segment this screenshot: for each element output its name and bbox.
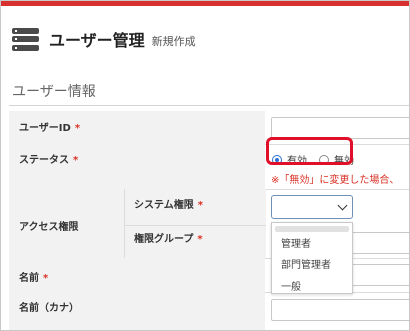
label-cell: 名前（カナ）	[9, 292, 265, 330]
row-name-kana: 名前（カナ）	[9, 292, 409, 330]
label-cell: ステータス *	[9, 144, 265, 189]
section-divider	[9, 105, 409, 106]
required-mark: *	[43, 273, 49, 284]
page-header: ユーザー管理 新規作成	[12, 27, 196, 51]
label-cell: アクセス権限	[9, 189, 124, 258]
dropdown-option-blank[interactable]	[275, 226, 349, 232]
status-label: ステータス *	[19, 151, 78, 166]
name-kana-label: 名前（カナ）	[19, 303, 79, 314]
server-stack-icon	[12, 27, 39, 51]
page-title: ユーザー管理	[49, 31, 145, 50]
section-title: ユーザー情報	[12, 84, 96, 100]
label-cell: 権限グループ *	[124, 226, 266, 258]
name-label-text: 名前	[19, 273, 39, 284]
top-accent-bar	[1, 1, 409, 6]
system-role-label-text: システム権限	[134, 200, 194, 211]
dropdown-option-dept-admin[interactable]: 部門管理者	[281, 256, 331, 271]
server-slab	[12, 27, 39, 34]
server-slab	[12, 44, 39, 51]
name-label: 名前 *	[19, 269, 48, 284]
role-group-label: 権限グループ *	[134, 230, 203, 245]
app-window: ユーザー管理 新規作成 ユーザー情報 ユーザーID * ステータス * 有効 無…	[0, 0, 410, 331]
highlight-box	[266, 137, 353, 165]
dropdown-option-admin[interactable]: 管理者	[281, 235, 311, 250]
label-cell: システム権限 *	[124, 189, 266, 226]
required-mark: *	[73, 155, 79, 166]
required-mark: *	[197, 200, 203, 211]
system-role-label: システム権限 *	[134, 196, 203, 211]
system-role-dropdown: 管理者 部門管理者 一般	[271, 222, 353, 294]
name-kana-input[interactable]	[271, 299, 409, 321]
chevron-down-icon	[337, 200, 348, 211]
status-warning: ※「無効」に変更した場合、	[271, 175, 400, 186]
dropdown-option-general[interactable]: 一般	[281, 278, 301, 293]
role-group-label-text: 権限グループ	[134, 234, 194, 245]
system-role-select[interactable]	[271, 195, 353, 219]
server-slab	[12, 36, 39, 42]
status-label-text: ステータス	[19, 155, 69, 166]
label-cell: 名前 *	[9, 258, 265, 292]
required-mark: *	[197, 234, 203, 245]
page-subtitle: 新規作成	[151, 34, 196, 48]
access-label: アクセス権限	[19, 222, 79, 233]
